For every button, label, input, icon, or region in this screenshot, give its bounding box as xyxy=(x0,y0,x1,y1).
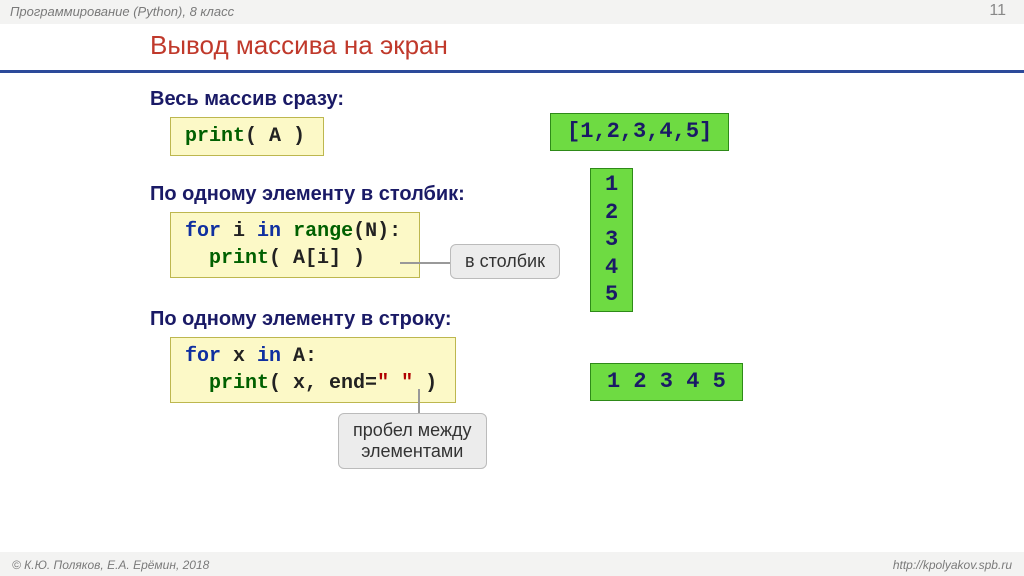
copyright: © К.Ю. Поляков, Е.А. Ерёмин, 2018 xyxy=(12,558,209,572)
header-bar: Программирование (Python), 8 класс 11 xyxy=(0,0,1024,22)
output-all: [1,2,3,4,5] xyxy=(550,113,729,151)
slide-body: Вывод массива на экран Весь массив сразу… xyxy=(0,24,1024,552)
code-row: for x in A: print( x, end=" " ) xyxy=(170,337,456,403)
page-number: 11 xyxy=(989,2,1006,20)
callout-line-row xyxy=(418,389,420,415)
callout-column: в столбик xyxy=(450,244,560,279)
callout-row: пробел между элементами xyxy=(338,413,487,469)
code-column: for i in range(N): print( A[i] ) xyxy=(170,212,420,278)
code-all: print( A ) xyxy=(170,117,324,156)
slide-content: Весь массив сразу: print( A ) [1,2,3,4,5… xyxy=(150,80,964,467)
footer-url: http://kpolyakov.spb.ru xyxy=(893,558,1012,572)
heading-all: Весь массив сразу: xyxy=(150,88,964,111)
heading-column: По одному элементу в столбик: xyxy=(150,183,964,206)
output-column: 1 2 3 4 5 xyxy=(590,168,633,312)
heading-row: По одному элементу в строку: xyxy=(150,308,964,331)
title-rule xyxy=(0,70,1024,73)
footer-bar: © К.Ю. Поляков, Е.А. Ерёмин, 2018 http:/… xyxy=(0,554,1024,576)
slide-title: Вывод массива на экран xyxy=(150,30,448,61)
output-row: 1 2 3 4 5 xyxy=(590,363,743,401)
course-label: Программирование (Python), 8 класс xyxy=(10,4,234,19)
